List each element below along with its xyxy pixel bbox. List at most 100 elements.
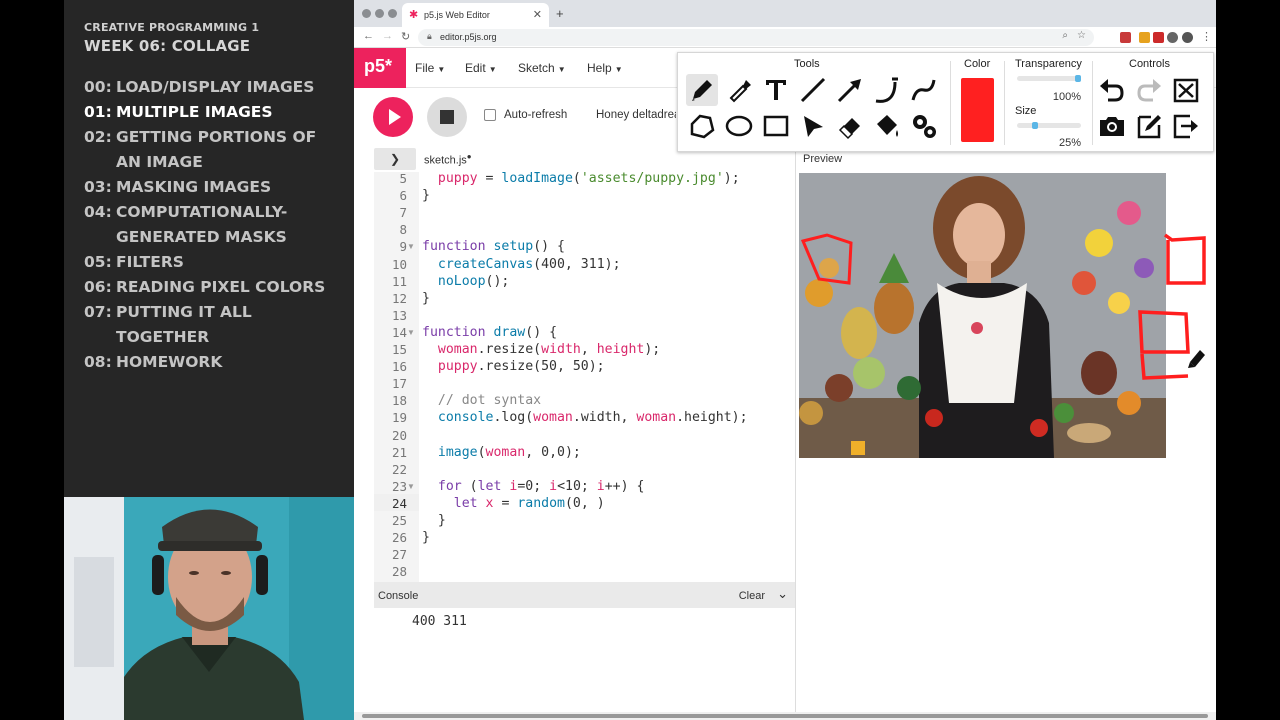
code-line[interactable]: }: [422, 290, 430, 307]
line-number: 19: [391, 410, 407, 426]
collapse-chevron-icon[interactable]: ⌄: [777, 586, 788, 602]
lesson-item: 06: READING PIXEL COLORS: [84, 275, 354, 300]
menu-edit[interactable]: Edit ▼: [465, 61, 497, 75]
window-zoom-icon[interactable]: [388, 9, 397, 18]
extension-icon[interactable]: [1153, 32, 1164, 43]
code-editor[interactable]: puppy = loadImage('assets/puppy.jpg');} f…: [419, 172, 795, 582]
extension-icon[interactable]: [1139, 32, 1150, 43]
text-tool-button[interactable]: [760, 74, 792, 106]
arrow-tool-button[interactable]: [834, 74, 866, 106]
play-button[interactable]: [373, 97, 413, 137]
screenshot-button[interactable]: [1096, 110, 1128, 142]
color-swatch[interactable]: [961, 78, 994, 142]
window-minimize-icon[interactable]: [375, 9, 384, 18]
back-icon[interactable]: ←: [363, 30, 374, 42]
new-tab-icon[interactable]: +: [556, 6, 564, 21]
puzzle-extensions-icon[interactable]: [1167, 32, 1178, 43]
size-slider[interactable]: [1017, 122, 1081, 129]
curve-tool-button[interactable]: [871, 74, 903, 106]
menu-help[interactable]: Help ▼: [587, 61, 623, 75]
edit-note-button[interactable]: [1133, 110, 1165, 142]
stop-button[interactable]: [427, 97, 467, 137]
chevron-down-icon: ▼: [437, 65, 446, 74]
fold-toggle-icon[interactable]: ▼: [407, 478, 417, 495]
fold-toggle-icon[interactable]: ▼: [407, 324, 417, 341]
edit-note-icon: [1137, 115, 1161, 139]
code-line[interactable]: noLoop();: [422, 273, 509, 290]
line-number: 12: [391, 290, 407, 306]
auto-refresh-toggle[interactable]: Auto-refresh: [484, 109, 567, 121]
code-line[interactable]: function draw() {: [422, 324, 557, 341]
play-icon: [389, 109, 401, 125]
transparency-slider-knob[interactable]: [1075, 75, 1081, 82]
eraser-tool-button[interactable]: [834, 110, 866, 142]
code-line[interactable]: }: [422, 512, 446, 529]
code-line[interactable]: function setup() {: [422, 238, 565, 255]
lesson-title: READING PIXEL COLORS: [116, 278, 326, 296]
menu-sketch[interactable]: Sketch ▼: [518, 61, 566, 75]
sketch-preview-canvas: [799, 173, 1166, 458]
browser-tab[interactable]: ✱ p5.js Web Editor ✕: [402, 3, 549, 27]
exit-button[interactable]: [1170, 110, 1202, 142]
auto-refresh-checkbox[interactable]: [484, 109, 496, 121]
pointer-tool-button[interactable]: [797, 110, 829, 142]
console-clear-button[interactable]: Clear: [739, 590, 765, 602]
file-name[interactable]: sketch.js●: [424, 152, 472, 167]
line-tool-button[interactable]: [797, 74, 829, 106]
settings-tool-button[interactable]: [908, 110, 940, 142]
code-line[interactable]: puppy.resize(50, 50);: [422, 358, 605, 375]
horizontal-scrollbar[interactable]: [354, 712, 1216, 720]
rectangle-icon: [763, 115, 789, 137]
chevron-down-icon: ▼: [488, 65, 497, 74]
profile-avatar-icon[interactable]: [1182, 32, 1193, 43]
toggle-sidebar-button[interactable]: ❯: [374, 148, 416, 170]
code-line[interactable]: // dot syntax: [422, 392, 541, 409]
redo-button[interactable]: [1133, 74, 1165, 106]
clear-canvas-button[interactable]: [1170, 74, 1202, 106]
reload-icon[interactable]: ↻: [401, 30, 410, 43]
rectangle-tool-button[interactable]: [760, 110, 792, 142]
code-line[interactable]: for (let i=0; i<10; i++) {: [422, 478, 645, 495]
p5-logo[interactable]: p5*: [354, 48, 406, 88]
scrollbar-thumb[interactable]: [362, 714, 1208, 718]
code-line[interactable]: createCanvas(400, 311);: [422, 256, 621, 273]
code-line[interactable]: image(woman, 0,0);: [422, 444, 581, 461]
menu-file[interactable]: File ▼: [415, 61, 445, 75]
freeform-curve-tool-button[interactable]: [908, 74, 940, 106]
paint-bucket-icon: [877, 115, 898, 137]
code-line[interactable]: woman.resize(width, height);: [422, 341, 660, 358]
stop-icon: [440, 110, 454, 124]
code-line[interactable]: let x = random(0, ): [422, 495, 605, 512]
lock-icon: 🔒︎: [427, 31, 432, 41]
code-line[interactable]: console.log(woman.width, woman.height);: [422, 409, 748, 426]
line-number: 6: [399, 188, 407, 204]
fold-toggle-icon[interactable]: ▼: [407, 238, 417, 255]
close-tab-icon[interactable]: ✕: [533, 8, 542, 21]
extension-icon[interactable]: [1120, 32, 1131, 43]
ellipse-tool-button[interactable]: [723, 110, 755, 142]
code-line[interactable]: }: [422, 187, 430, 204]
project-name[interactable]: Honey deltadrea: [596, 109, 676, 121]
pen-tool-button[interactable]: [686, 74, 718, 106]
line-number: 10: [391, 256, 407, 272]
url-field[interactable]: 🔒︎ editor.p5js.org ⌕ ☆: [418, 29, 1094, 46]
undo-button[interactable]: [1096, 74, 1128, 106]
fill-tool-button[interactable]: [871, 110, 903, 142]
highlighter-tool-button[interactable]: [723, 74, 755, 106]
polygon-icon: [690, 114, 715, 139]
bookmark-star-icon[interactable]: ☆: [1077, 30, 1086, 41]
browser-menu-icon[interactable]: ⋮: [1201, 30, 1212, 43]
code-line[interactable]: puppy = loadImage('assets/puppy.jpg');: [422, 172, 740, 187]
line-number: 27: [391, 547, 407, 563]
console-header: Console Clear ⌄: [374, 582, 795, 608]
polygon-tool-button[interactable]: [686, 110, 718, 142]
forward-icon[interactable]: →: [382, 30, 393, 42]
pane-divider[interactable]: [795, 146, 796, 712]
zoom-icon[interactable]: ⌕: [1062, 30, 1068, 41]
size-slider-knob[interactable]: [1031, 122, 1038, 129]
window-close-icon[interactable]: [362, 9, 371, 18]
code-line[interactable]: }: [422, 529, 430, 546]
console-output: 400 311: [412, 614, 467, 629]
transparency-slider[interactable]: [1017, 75, 1081, 82]
panel-divider: [950, 61, 951, 145]
